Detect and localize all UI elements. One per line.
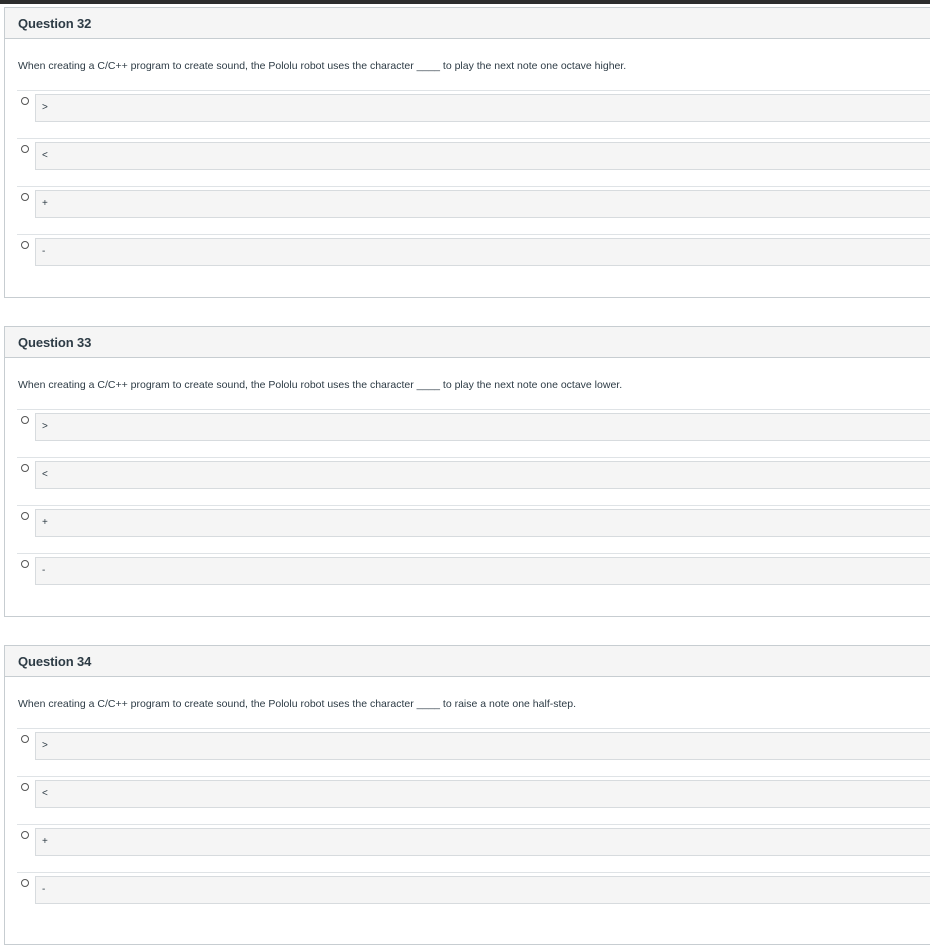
question-card: Question 33 When creating a C/C++ progra… [4, 326, 930, 617]
top-bar [0, 0, 930, 4]
question-title: Question 32 [18, 15, 92, 31]
answer-label[interactable]: + [35, 190, 930, 218]
radio-button[interactable] [21, 145, 29, 153]
answer-label[interactable]: - [35, 876, 930, 904]
answer-option[interactable]: < [17, 776, 930, 824]
question-header: Question 32 [5, 8, 930, 39]
answer-label[interactable]: < [35, 780, 930, 808]
question-text: When creating a C/C++ program to create … [18, 698, 576, 710]
answer-option[interactable]: > [17, 409, 930, 457]
question-title: Question 34 [18, 653, 92, 669]
answer-option[interactable]: < [17, 138, 930, 186]
radio-button[interactable] [21, 560, 29, 568]
answer-label[interactable]: - [35, 238, 930, 266]
answer-option[interactable]: + [17, 186, 930, 234]
answer-list: > < + - [5, 90, 930, 282]
radio-button[interactable] [21, 241, 29, 249]
question-text: When creating a C/C++ program to create … [18, 379, 623, 391]
answer-list: > < + - [5, 409, 930, 601]
answer-option[interactable]: > [17, 728, 930, 776]
answer-label[interactable]: < [35, 461, 930, 489]
answer-option[interactable]: - [17, 553, 930, 601]
answer-label[interactable]: + [35, 509, 930, 537]
question-card: Question 34 When creating a C/C++ progra… [4, 645, 930, 945]
answer-option[interactable]: > [17, 90, 930, 138]
answer-option[interactable]: - [17, 234, 930, 282]
question-title: Question 33 [18, 334, 92, 350]
question-header: Question 34 [5, 646, 930, 677]
question-card: Question 32 When creating a C/C++ progra… [4, 7, 930, 298]
radio-button[interactable] [21, 464, 29, 472]
answer-option[interactable]: + [17, 824, 930, 872]
radio-button[interactable] [21, 416, 29, 424]
question-text: When creating a C/C++ program to create … [18, 60, 627, 72]
answer-label[interactable]: > [35, 94, 930, 122]
answer-label[interactable]: < [35, 142, 930, 170]
radio-button[interactable] [21, 193, 29, 201]
radio-button[interactable] [21, 879, 29, 887]
radio-button[interactable] [21, 97, 29, 105]
answer-option[interactable]: + [17, 505, 930, 553]
answer-label[interactable]: + [35, 828, 930, 856]
answer-label[interactable]: > [35, 413, 930, 441]
answer-option[interactable]: < [17, 457, 930, 505]
radio-button[interactable] [21, 831, 29, 839]
answer-option[interactable]: - [17, 872, 930, 920]
radio-button[interactable] [21, 783, 29, 791]
answer-label[interactable]: > [35, 732, 930, 760]
radio-button[interactable] [21, 735, 29, 743]
answer-list: > < + - [5, 728, 930, 920]
answer-label[interactable]: - [35, 557, 930, 585]
radio-button[interactable] [21, 512, 29, 520]
question-header: Question 33 [5, 327, 930, 358]
